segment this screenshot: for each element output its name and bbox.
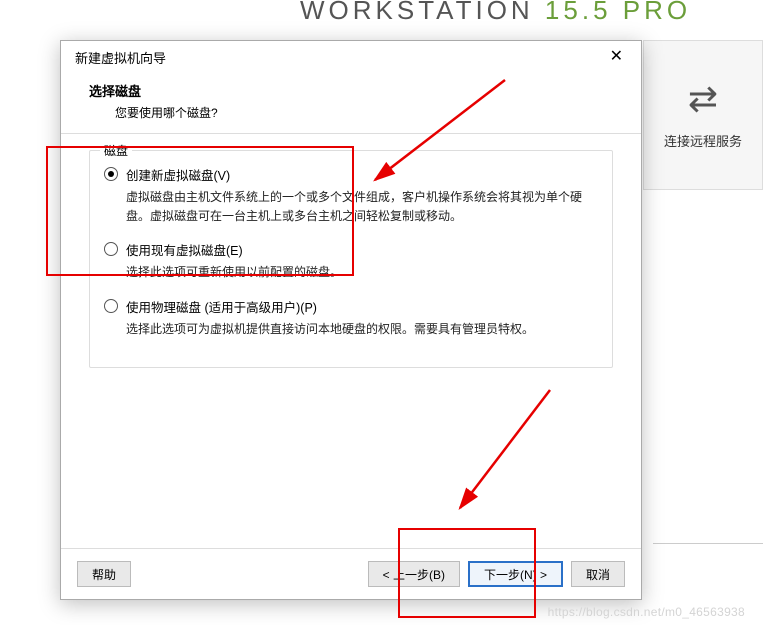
title-main: WORKSTATION	[300, 0, 545, 25]
dialog-title: 新建虚拟机向导	[75, 48, 166, 67]
watermark: https://blog.csdn.net/m0_46563938	[548, 605, 745, 619]
header-title: 选择磁盘	[89, 81, 641, 100]
option-use-existing-disk[interactable]: 使用现有虚拟磁盘(E)	[104, 240, 598, 259]
radio-icon[interactable]	[104, 242, 118, 256]
title-edition: PRO	[623, 0, 691, 25]
back-button[interactable]: < 上一步(B)	[368, 561, 460, 587]
spacer	[139, 561, 360, 587]
option-label: 使用现有虚拟磁盘(E)	[126, 240, 243, 259]
dialog-header: 选择磁盘 您要使用哪个磁盘?	[61, 73, 641, 134]
option-label: 使用物理磁盘 (适用于高级用户)(P)	[126, 297, 317, 316]
cancel-button[interactable]: 取消	[571, 561, 625, 587]
background-app-title: WORKSTATION 15.5 PRO	[300, 0, 691, 26]
dialog-titlebar: 新建虚拟机向导 ✕	[61, 41, 641, 73]
option-create-new-disk[interactable]: 创建新虚拟磁盘(V)	[104, 165, 598, 184]
next-button[interactable]: 下一步(N) >	[468, 561, 563, 587]
option-use-physical-disk[interactable]: 使用物理磁盘 (适用于高级用户)(P)	[104, 297, 598, 316]
help-button[interactable]: 帮助	[77, 561, 131, 587]
side-panel-tile[interactable]: ⇄ 连接远程服务	[643, 40, 763, 190]
connect-remote-icon: ⇄	[688, 81, 718, 117]
title-version: 15.5	[545, 0, 623, 25]
dialog-content: 磁盘 创建新虚拟磁盘(V) 虚拟磁盘由主机文件系统上的一个或多个文件组成，客户机…	[61, 134, 641, 548]
disk-group: 磁盘 创建新虚拟磁盘(V) 虚拟磁盘由主机文件系统上的一个或多个文件组成，客户机…	[89, 150, 613, 368]
radio-icon[interactable]	[104, 167, 118, 181]
option-description: 选择此选项可为虚拟机提供直接访问本地硬盘的权限。需要具有管理员特权。	[126, 320, 598, 339]
close-icon[interactable]: ✕	[602, 47, 631, 67]
group-title: 磁盘	[100, 142, 132, 159]
radio-icon[interactable]	[104, 299, 118, 313]
connect-remote-label: 连接远程服务	[664, 131, 742, 150]
dialog-footer: 帮助 < 上一步(B) 下一步(N) > 取消	[61, 548, 641, 599]
option-description: 虚拟磁盘由主机文件系统上的一个或多个文件组成，客户机操作系统会将其视为单个硬盘。…	[126, 188, 598, 226]
background-divider	[653, 543, 763, 544]
option-label: 创建新虚拟磁盘(V)	[126, 165, 230, 184]
wizard-dialog: 新建虚拟机向导 ✕ 选择磁盘 您要使用哪个磁盘? 磁盘 创建新虚拟磁盘(V) 虚…	[60, 40, 642, 600]
option-description: 选择此选项可重新使用以前配置的磁盘。	[126, 263, 598, 282]
header-subtitle: 您要使用哪个磁盘?	[89, 100, 641, 121]
